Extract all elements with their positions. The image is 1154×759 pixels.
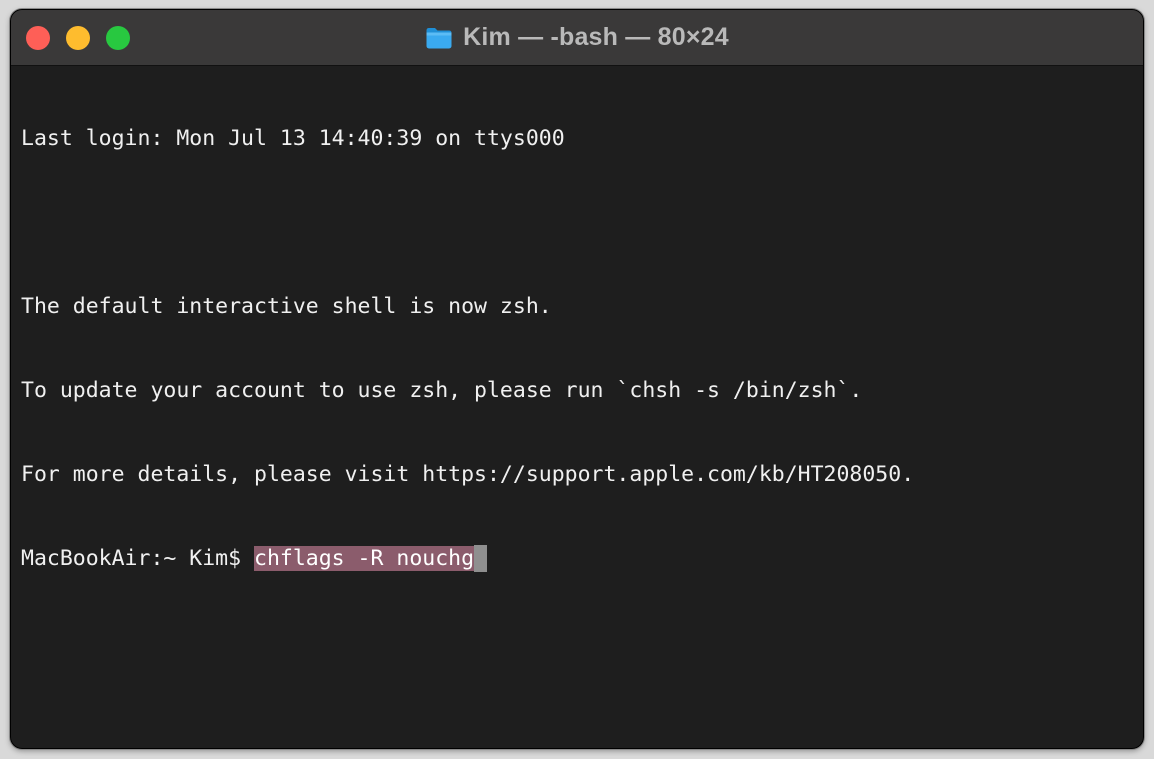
terminal-line: The default interactive shell is now zsh…	[21, 294, 552, 319]
title-bar[interactable]: Kim — -bash — 80×24	[11, 10, 1143, 66]
terminal-output[interactable]: Last login: Mon Jul 13 14:40:39 on ttys0…	[21, 69, 1131, 739]
text-cursor	[474, 545, 488, 572]
window-title-group: Kim — -bash — 80×24	[11, 10, 1143, 65]
selected-command[interactable]: chflags -R nouchg	[254, 546, 475, 571]
folder-icon	[426, 27, 452, 48]
prompt-line[interactable]: MacBookAir:~ Kim$ chflags -R nouchg	[21, 545, 1131, 573]
terminal-line: To update your account to use zsh, pleas…	[21, 378, 863, 403]
terminal-line: For more details, please visit https://s…	[21, 462, 915, 487]
window-title: Kim — -bash — 80×24	[463, 23, 729, 51]
terminal-window: Kim — -bash — 80×24 Last login: Mon Jul …	[10, 9, 1144, 749]
terminal-line: Last login: Mon Jul 13 14:40:39 on ttys0…	[21, 126, 565, 151]
shell-prompt: MacBookAir:~ Kim$	[21, 546, 254, 571]
